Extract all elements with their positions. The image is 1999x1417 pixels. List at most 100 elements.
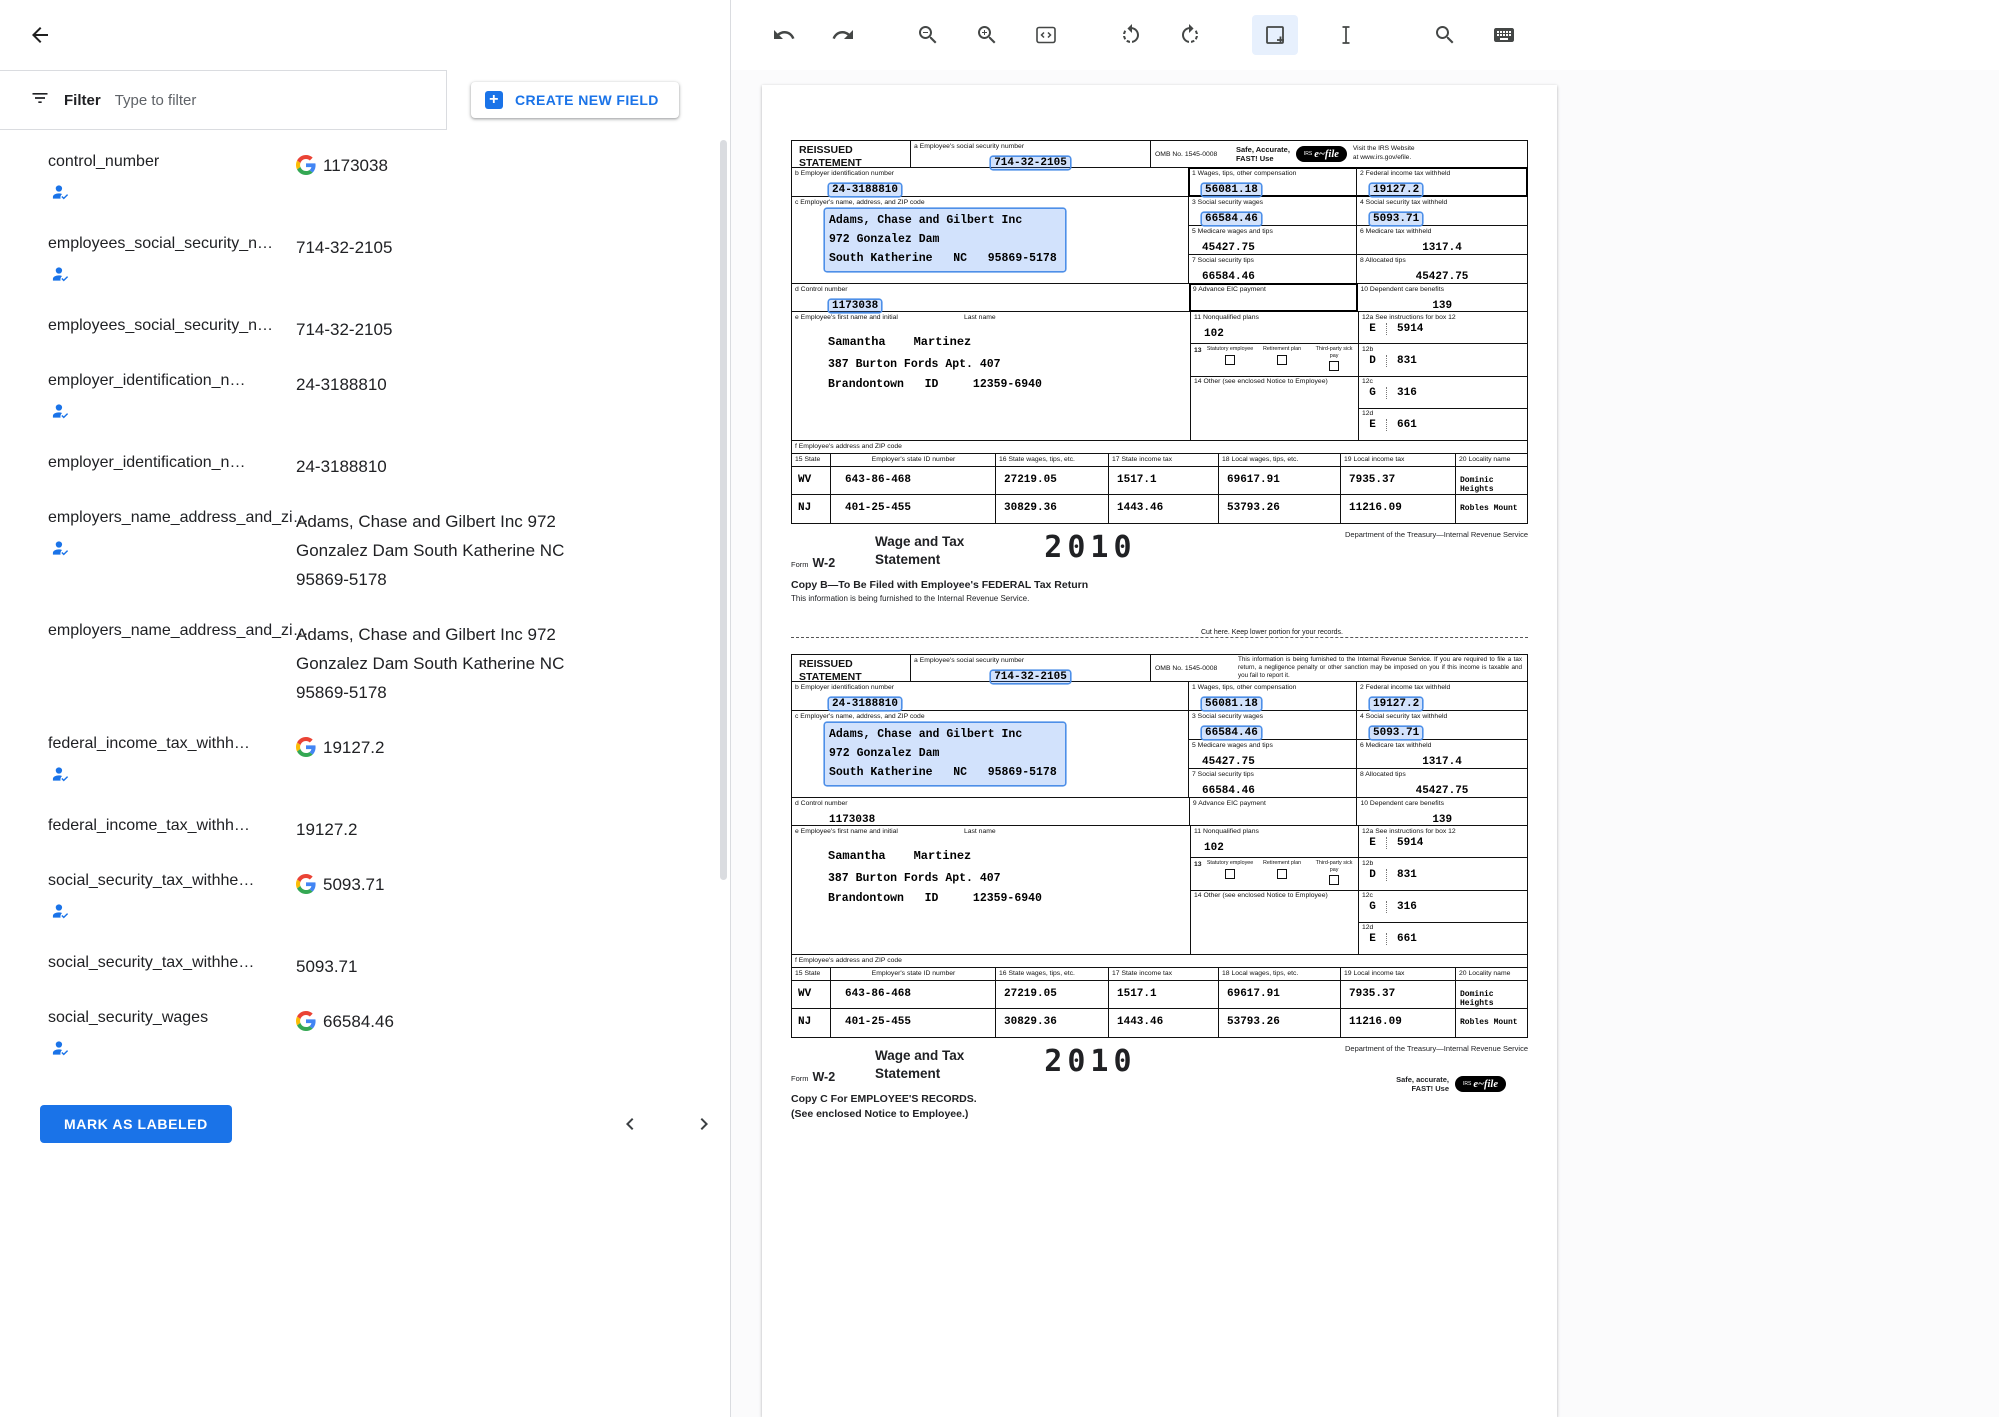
w2-box-1-wages: 1 Wages, tips, other compensation 56081.… <box>1189 168 1357 196</box>
rotate-left-icon <box>1119 23 1143 47</box>
human-verified-icon <box>51 1038 71 1063</box>
w2-box-12b: 12bD831 <box>1359 858 1527 890</box>
field-row[interactable]: social_security_wages 66584.46 <box>48 994 730 1076</box>
w2-box-c-employer: c Employer's name, address, and ZIP code… <box>792 197 1189 283</box>
form-number: W-2 <box>813 1070 836 1084</box>
form-title: Wage and TaxStatement <box>875 1042 964 1090</box>
ein-annotation[interactable]: 24-3188810 <box>829 184 901 196</box>
retirement-plan-checkbox[interactable] <box>1277 869 1287 879</box>
code-view-button[interactable] <box>1023 15 1069 55</box>
copy-designation: Copy C For EMPLOYEE'S RECORDS. (See encl… <box>791 1093 1528 1120</box>
redo-button[interactable] <box>820 15 866 55</box>
field-name: employees_social_security_n… <box>48 233 296 255</box>
rotate-right-button[interactable] <box>1167 15 1213 55</box>
field-value-column: 5093.71 <box>296 952 730 981</box>
w2-box-a-ssn: a Employee's social security number 714-… <box>911 655 1151 681</box>
w2-box-d-control-number: d Control number 1173038 <box>792 798 1190 825</box>
ssn-annotation[interactable]: 714-32-2105 <box>991 671 1070 683</box>
field-row[interactable]: social_security_tax_withhe… 5093.71 <box>48 857 730 939</box>
field-row[interactable]: employer_identification_n… 24-3188810 <box>48 357 730 439</box>
left-panel-scrollbar[interactable] <box>720 140 727 880</box>
field-value-column: Adams, Chase and Gilbert Inc 972 Gonzale… <box>296 507 730 594</box>
add-annotation-button[interactable] <box>1252 15 1298 55</box>
zoom-out-button[interactable] <box>905 15 951 55</box>
wages-annotation[interactable]: 56081.18 <box>1202 698 1261 710</box>
field-value-column: 714-32-2105 <box>296 315 730 344</box>
w2-box-12b: 12bD831 <box>1359 344 1527 376</box>
document-viewer[interactable]: REISSUEDSTATEMENT a Employee's social se… <box>731 70 1999 1417</box>
w2-box-12c: 12cG316 <box>1359 377 1527 409</box>
field-name-column: employees_social_security_n… <box>48 315 296 337</box>
keyboard-shortcuts-button[interactable] <box>1481 15 1527 55</box>
control-number-annotation[interactable]: 1173038 <box>829 814 875 826</box>
field-row[interactable]: federal_income_tax_withh… 19127.2 <box>48 720 730 802</box>
google-extracted-icon <box>296 1011 316 1036</box>
field-value: 714-32-2105 <box>296 233 392 262</box>
create-area: + CREATE NEW FIELD <box>447 70 730 130</box>
employer-name-address-annotation[interactable]: Adams, Chase and Gilbert Inc 972 Gonzale… <box>825 209 1065 271</box>
retirement-plan-checkbox[interactable] <box>1277 355 1287 365</box>
chevron-right-icon <box>692 1112 716 1136</box>
employee-street: 387 Burton Fords Apt. 407 <box>828 872 1190 885</box>
human-verified-icon <box>51 264 71 289</box>
cut-separator: Cut here. Keep lower portion for your re… <box>791 629 1528 638</box>
tax-year: 2010 <box>1044 1044 1136 1090</box>
control-number-annotation[interactable]: 1173038 <box>829 300 881 312</box>
statutory-employee-checkbox[interactable] <box>1225 869 1235 879</box>
federal-tax-annotation[interactable]: 19127.2 <box>1370 184 1422 196</box>
w2-box-12a: 12a See instructions for box 12E5914 <box>1359 312 1527 344</box>
w2-header-right: Safe, Accurate,FAST! Use IRSe~file Visit… <box>1233 655 1527 681</box>
w2-box-9-advance-eic: 9 Advance EIC payment <box>1190 284 1358 311</box>
field-value: Adams, Chase and Gilbert Inc 972 Gonzale… <box>296 620 596 707</box>
next-page-button[interactable] <box>692 1112 716 1136</box>
w2-box-d-control-number: d Control number 1173038 <box>792 284 1190 311</box>
mark-as-labeled-button[interactable]: MARK AS LABELED <box>40 1105 232 1143</box>
w2-box-2-federal-tax: 2 Federal income tax withheld 19127.2 <box>1357 168 1527 196</box>
ss-tax-annotation[interactable]: 5093.71 <box>1370 213 1422 225</box>
field-value-column: 24-3188810 <box>296 452 730 481</box>
field-name-column: employees_social_security_n… <box>48 233 296 289</box>
previous-page-button[interactable] <box>618 1112 642 1136</box>
field-name: employers_name_address_and_zi… <box>48 507 296 529</box>
state-row: NJ 401-25-455 30829.36 1443.46 53793.26 … <box>792 495 1527 523</box>
w2-boxes-3-8: 3 Social security wages66584.46 4 Social… <box>1189 197 1527 283</box>
department-line: Department of the Treasury—Internal Reve… <box>1345 530 1528 539</box>
federal-tax-annotation[interactable]: 19127.2 <box>1370 698 1422 710</box>
ss-wages-annotation[interactable]: 66584.46 <box>1202 727 1261 739</box>
search-button[interactable] <box>1422 15 1468 55</box>
field-row[interactable]: employer_identification_n… 24-3188810 <box>48 439 730 494</box>
text-select-button[interactable] <box>1323 15 1369 55</box>
w2-box-9-advance-eic: 9 Advance EIC payment <box>1190 798 1358 825</box>
human-verified-icon <box>51 901 71 926</box>
field-value-column: 24-3188810 <box>296 370 730 399</box>
field-row[interactable]: federal_income_tax_withh… 19127.2 <box>48 802 730 857</box>
undo-button[interactable] <box>761 15 807 55</box>
third-party-sick-pay-checkbox[interactable] <box>1329 361 1339 371</box>
zoom-in-button[interactable] <box>964 15 1010 55</box>
create-new-field-button[interactable]: + CREATE NEW FIELD <box>471 82 679 118</box>
field-row[interactable]: employees_social_security_n… 714-32-2105 <box>48 220 730 302</box>
field-row[interactable]: social_security_tax_withhe… 5093.71 <box>48 939 730 994</box>
field-name-column: employer_identification_n… <box>48 452 296 474</box>
ein-annotation[interactable]: 24-3188810 <box>829 698 901 710</box>
third-party-sick-pay-checkbox[interactable] <box>1329 875 1339 885</box>
field-row[interactable]: employees_social_security_n… 714-32-2105 <box>48 302 730 357</box>
ssn-annotation[interactable]: 714-32-2105 <box>991 157 1070 169</box>
filter-section[interactable]: Filter <box>0 70 447 130</box>
ss-wages-annotation[interactable]: 66584.46 <box>1202 213 1261 225</box>
w2-box-5-medicare-wages: 5 Medicare wages and tips45427.75 <box>1189 226 1357 254</box>
filter-input[interactable] <box>115 92 432 109</box>
w2-label: a Employee's social security number <box>911 655 1150 665</box>
wages-annotation[interactable]: 56081.18 <box>1202 184 1261 196</box>
field-row[interactable]: employers_name_address_and_zi… Adams, Ch… <box>48 607 730 720</box>
field-value-column: 714-32-2105 <box>296 233 730 262</box>
statutory-employee-checkbox[interactable] <box>1225 355 1235 365</box>
field-row[interactable]: employers_name_address_and_zi… Adams, Ch… <box>48 494 730 607</box>
employer-name-address-annotation[interactable]: Adams, Chase and Gilbert Inc 972 Gonzale… <box>825 723 1065 785</box>
rotate-left-button[interactable] <box>1108 15 1154 55</box>
w2-box-e-employee: e Employee's first name and initialLast … <box>792 312 1191 440</box>
field-row[interactable]: control_number 1173038 <box>48 138 730 220</box>
field-name: employees_social_security_n… <box>48 315 296 337</box>
back-button[interactable] <box>28 23 52 47</box>
ss-tax-annotation[interactable]: 5093.71 <box>1370 727 1422 739</box>
